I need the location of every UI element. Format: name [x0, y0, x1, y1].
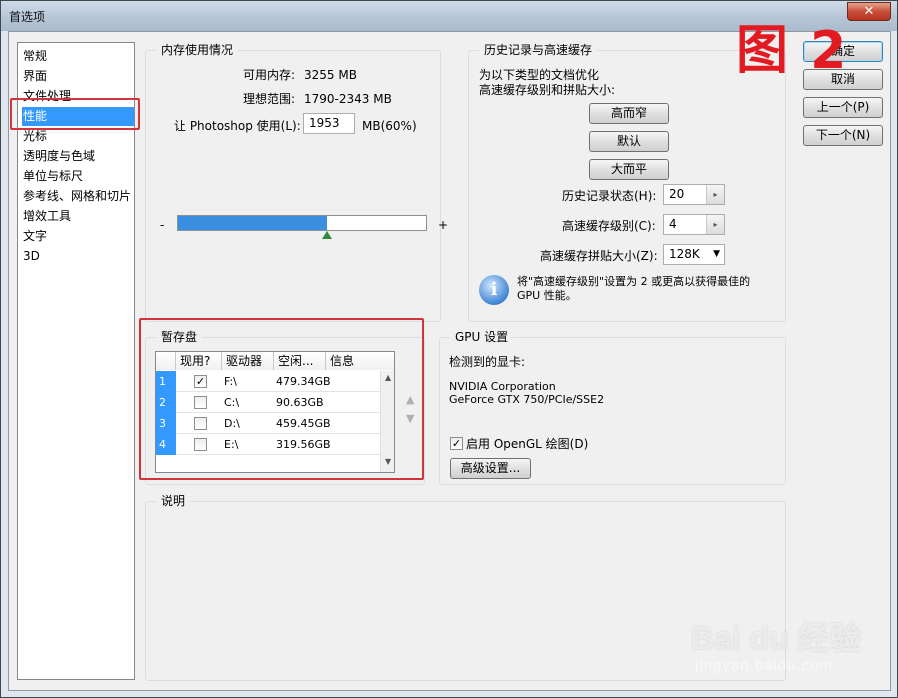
- photoshop-use-label: 让 Photoshop 使用(L):: [174, 119, 301, 133]
- opengl-checkbox[interactable]: ✓: [450, 437, 463, 450]
- memory-group-title: 内存使用情况: [156, 43, 239, 57]
- gpu-tip-line2: GPU 性能。: [517, 289, 577, 302]
- gpu-vendor: NVIDIA Corporation: [449, 380, 556, 393]
- ideal-range-value: 1790-2343 MB: [304, 92, 392, 106]
- window-title: 首选项: [9, 10, 46, 24]
- gpu-tip-line1: 将"高速缓存级别"设置为 2 或更高以获得最佳的: [517, 275, 751, 288]
- memory-slider-track[interactable]: [177, 215, 427, 231]
- sidebar-item-1[interactable]: 常规: [22, 47, 134, 66]
- scratch-highlight-box: [139, 318, 424, 480]
- sidebar-item-9[interactable]: 增效工具: [22, 207, 134, 226]
- history-states-arrow-icon[interactable]: ▸: [706, 185, 724, 204]
- history-group-title: 历史记录与高速缓存: [479, 43, 598, 57]
- tile-size-select[interactable]: 128K ▼: [663, 244, 725, 265]
- baidu-watermark: Bai du 经验: [691, 620, 862, 656]
- nav-highlight-box: [10, 98, 140, 130]
- chevron-down-icon: ▼: [713, 249, 720, 259]
- info-icon: i: [479, 275, 509, 305]
- memory-unit-label: MB(60%): [362, 119, 417, 133]
- history-states-input[interactable]: 20 ▸: [663, 184, 725, 205]
- dialog-client-area: 常规 界面 文件处理 性能 光标 透明度与色域 单位与标尺 参考线、网格和切片 增效工具 文字 3D…: [8, 31, 891, 691]
- baidu-watermark-url: jingyan.baidu.com: [695, 657, 833, 674]
- cache-levels-label: 高速缓存级别(C):: [562, 219, 656, 233]
- advanced-settings-button[interactable]: 高级设置...: [450, 458, 531, 479]
- sidebar-item-7[interactable]: 单位与标尺: [22, 167, 134, 186]
- figure-label: 图 2: [736, 21, 849, 81]
- category-list[interactable]: 常规 界面 文件处理 性能 光标 透明度与色域 单位与标尺 参考线、网格和切片 增效工具 文字 3D: [17, 42, 135, 680]
- description-title: 说明: [156, 494, 191, 508]
- gpu-group-title: GPU 设置: [450, 330, 514, 344]
- ideal-range-label: 理想范围:: [243, 92, 296, 106]
- close-button[interactable]: ✕: [847, 2, 891, 21]
- previous-button[interactable]: 上一个(P): [803, 97, 883, 118]
- optimize-desc-line2: 高速缓存级别和拼贴大小:: [479, 83, 616, 97]
- history-cache-group: 历史记录与高速缓存 为以下类型的文档优化 高速缓存级别和拼贴大小: 高而窄 默认…: [468, 43, 786, 322]
- big-flat-button[interactable]: 大而平: [589, 159, 669, 180]
- history-states-label: 历史记录状态(H):: [562, 189, 657, 203]
- sidebar-item-11[interactable]: 3D: [22, 247, 134, 266]
- preferences-window: 首选项 ✕ 常规 界面 文件处理 性能 光标 透明度与色域 单位与标尺 参考线、网格和切片 增效…: [0, 0, 898, 698]
- sidebar-item-8[interactable]: 参考线、网格和切片: [22, 187, 134, 206]
- memory-usage-group: 内存使用情况 可用内存: 3255 MB 理想范围: 1790-2343 MB …: [145, 43, 448, 322]
- tall-thin-button[interactable]: 高而窄: [589, 103, 669, 124]
- description-group: 说明: [145, 494, 786, 681]
- available-memory-label: 可用内存:: [243, 68, 296, 82]
- slider-plus: +: [438, 218, 449, 232]
- history-states-value: 20: [669, 187, 685, 201]
- slider-minus: -: [160, 218, 165, 232]
- sidebar-item-10[interactable]: 文字: [22, 227, 134, 246]
- memory-slider-fill: [178, 216, 327, 230]
- sidebar-item-2[interactable]: 界面: [22, 67, 134, 86]
- opengl-label: 启用 OpenGL 绘图(D): [466, 437, 589, 451]
- memory-slider-thumb[interactable]: [321, 231, 332, 239]
- memory-use-input[interactable]: 1953: [303, 113, 355, 134]
- next-button[interactable]: 下一个(N): [803, 125, 883, 146]
- cache-levels-arrow-icon[interactable]: ▸: [706, 215, 724, 234]
- gpu-model: GeForce GTX 750/PCIe/SSE2: [449, 393, 605, 406]
- sidebar-item-6[interactable]: 透明度与色域: [22, 147, 134, 166]
- default-button[interactable]: 默认: [589, 131, 669, 152]
- detected-card-label: 检测到的显卡:: [449, 355, 526, 369]
- tile-size-value: 128K: [669, 247, 700, 261]
- cache-levels-input[interactable]: 4 ▸: [663, 214, 725, 235]
- gpu-settings-group: GPU 设置 检测到的显卡: NVIDIA Corporation GeForc…: [439, 330, 786, 485]
- tile-size-label: 高速缓存拼贴大小(Z):: [540, 249, 658, 263]
- cache-levels-value: 4: [669, 217, 677, 231]
- optimize-desc-line1: 为以下类型的文档优化: [479, 68, 600, 82]
- available-memory-value: 3255 MB: [304, 68, 357, 82]
